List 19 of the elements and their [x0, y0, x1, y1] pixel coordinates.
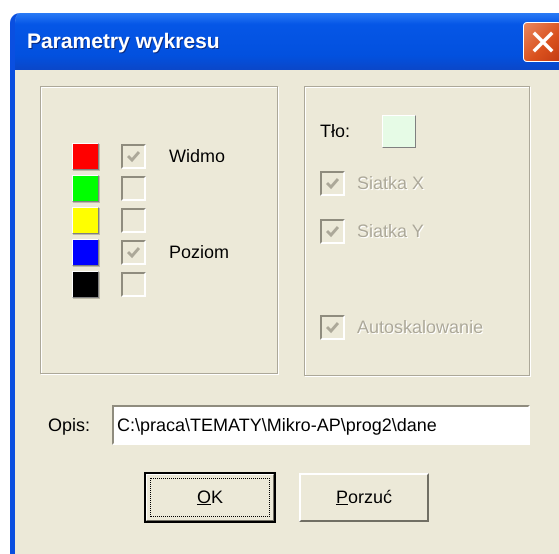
background-label: Tło:: [320, 120, 352, 142]
ok-button[interactable]: OK: [145, 473, 275, 522]
close-button[interactable]: [523, 22, 559, 62]
description-label: Opis:: [48, 414, 92, 436]
option-label: Siatka Y: [357, 220, 424, 242]
cancel-button[interactable]: Porzuć: [299, 473, 429, 522]
series-label: Widmo: [169, 146, 226, 166]
background-color-swatch[interactable]: [382, 114, 416, 148]
checkmark-icon: [325, 176, 340, 190]
series-label: Poziom: [169, 242, 230, 262]
checkmark-icon: [126, 244, 141, 260]
checkmark-icon: [325, 320, 340, 334]
option-label: Autoskalowanie: [357, 316, 484, 338]
checkmark-icon: [325, 224, 340, 238]
close-icon: [532, 30, 554, 52]
option-label: Siatka X: [357, 172, 424, 194]
window-title: Parametry wykresu: [27, 30, 220, 54]
checkmark-icon: [126, 148, 141, 164]
description-field[interactable]: C:\praca\TEMATY\Mikro-AP\prog2\dane: [112, 405, 530, 445]
